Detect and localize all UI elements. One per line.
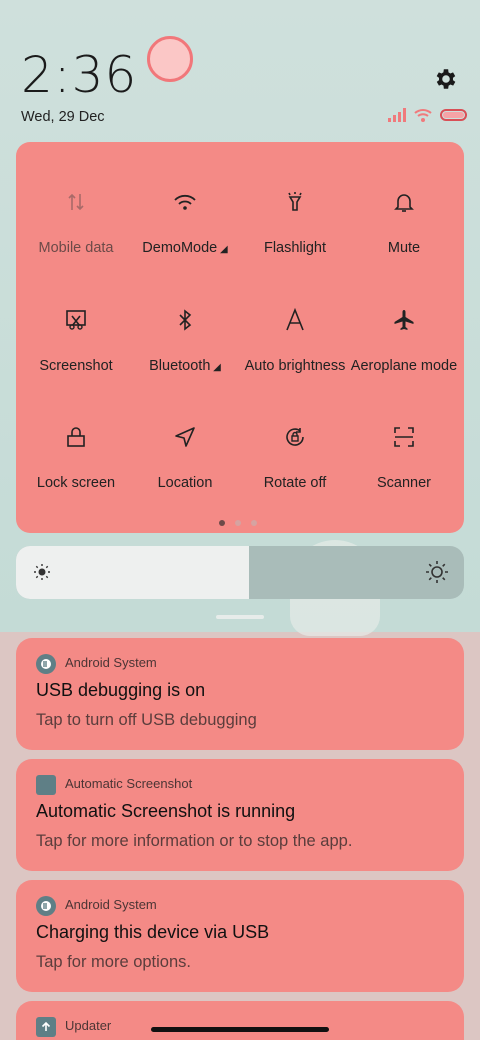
dropdown-triangle-icon: ◢ (210, 362, 221, 373)
tile-label: Scanner (376, 475, 431, 491)
clock[interactable]: 2:36 (21, 46, 137, 104)
airplane-icon (388, 304, 420, 336)
android-system-icon (36, 654, 56, 674)
notification-app-name: Updater (65, 1018, 112, 1033)
tile-lock-screen[interactable]: Lock screen (21, 419, 131, 519)
notification-title: USB debugging is on (36, 680, 206, 700)
notification-title: Automatic Screenshot is running (36, 801, 296, 821)
notification-charging-usb[interactable]: Android System Charging this device via … (16, 880, 464, 992)
tile-demomode[interactable]: DemoMode ◢ (130, 184, 240, 284)
demomode-active-circle[interactable] (147, 36, 193, 82)
status-icons (388, 108, 468, 122)
tile-bluetooth[interactable]: Bluetooth ◢ (130, 302, 240, 402)
tile-label: Aeroplane mode (350, 358, 458, 374)
notification-body: Tap to turn off USB debugging (36, 711, 257, 729)
brightness-high-icon (426, 561, 448, 583)
page-dot[interactable] (235, 520, 241, 526)
page-indicator (219, 520, 257, 526)
tile-label: Mute (387, 240, 421, 256)
brightness-low-icon (34, 564, 50, 580)
wifi-icon (169, 186, 201, 218)
notification-body: Tap for more information or to stop the … (36, 832, 353, 850)
bluetooth-icon (169, 304, 201, 336)
automatic-screenshot-icon (36, 775, 56, 795)
tile-scanner[interactable]: Scanner (349, 419, 459, 519)
tile-mute[interactable]: Mute (349, 184, 459, 284)
notification-usb-debugging[interactable]: Android System USB debugging is on Tap t… (16, 638, 464, 750)
notification-app-name: Automatic Screenshot (65, 776, 193, 791)
rotate-icon (279, 421, 311, 453)
date[interactable]: Wed, 29 Dec (21, 109, 105, 125)
flashlight-icon (279, 186, 311, 218)
auto-brightness-icon (279, 304, 311, 336)
tile-location[interactable]: Location (130, 419, 240, 519)
location-icon (169, 421, 201, 453)
scanner-icon (388, 421, 420, 453)
notification-automatic-screenshot[interactable]: Automatic Screenshot Automatic Screensho… (16, 759, 464, 871)
notification-app-name: Android System (65, 655, 157, 670)
notification-updater[interactable]: Updater (16, 1001, 464, 1040)
signal-icon (388, 108, 406, 122)
tile-label-text: Bluetooth (149, 358, 211, 374)
wifi-status-icon (414, 109, 432, 122)
screenshot-icon (60, 304, 92, 336)
tile-flashlight[interactable]: Flashlight (240, 184, 350, 284)
home-gesture-bar[interactable] (151, 1027, 329, 1032)
mobile-data-icon (60, 186, 92, 218)
notification-app-name: Android System (65, 897, 157, 912)
brightness-slider[interactable] (16, 546, 464, 599)
page-dot[interactable] (251, 520, 257, 526)
dropdown-triangle-icon: ◢ (217, 244, 228, 255)
settings-gear-icon[interactable] (431, 64, 461, 94)
tile-screenshot[interactable]: Screenshot (21, 302, 131, 402)
tile-rotate-off[interactable]: Rotate off (240, 419, 350, 519)
bell-icon (388, 186, 420, 218)
notification-title: Charging this device via USB (36, 922, 270, 942)
page-dot[interactable] (219, 520, 225, 526)
battery-icon (440, 109, 467, 121)
tile-mobile-data[interactable]: Mobile data (21, 184, 131, 284)
android-system-icon (36, 896, 56, 916)
drag-handle[interactable] (216, 615, 264, 619)
tile-aeroplane-mode[interactable]: Aeroplane mode (349, 302, 459, 402)
lock-icon (60, 421, 92, 453)
tile-auto-brightness[interactable]: Auto brightness (240, 302, 350, 402)
notification-body: Tap for more options. (36, 953, 191, 971)
updater-icon (36, 1017, 56, 1037)
tile-label-text: DemoMode (142, 240, 218, 256)
